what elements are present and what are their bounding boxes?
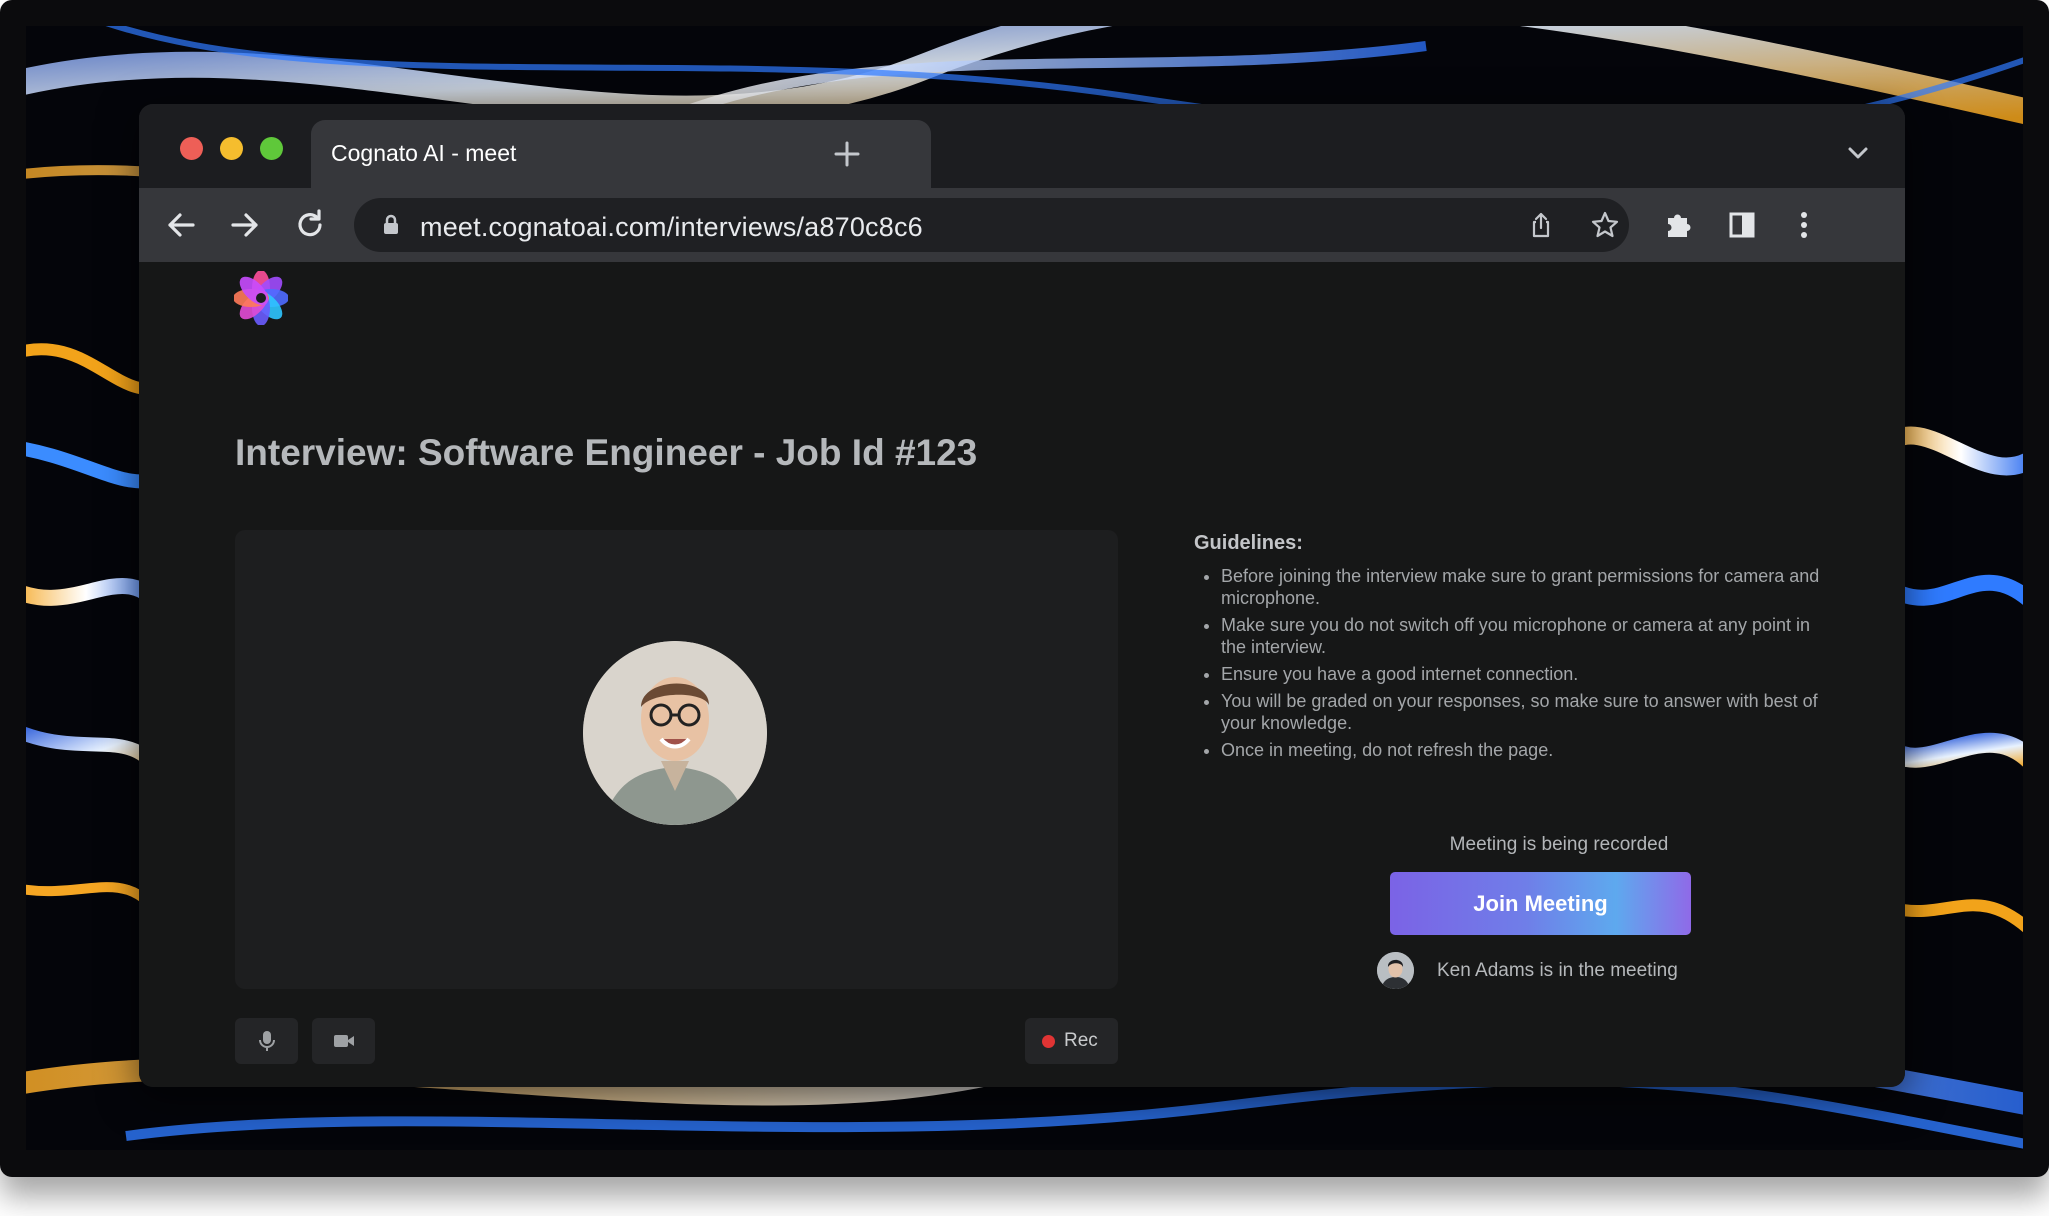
side-panel-button[interactable] [1722,205,1762,245]
join-meeting-button[interactable]: Join Meeting [1390,872,1691,935]
guideline-item: Before joining the interview make sure t… [1221,565,1834,609]
browser-toolbar: meet.cognatoai.com/interviews/a870c8c6 [139,188,1905,262]
minimize-window-button[interactable] [220,137,243,160]
puzzle-icon [1668,214,1691,237]
extensions-button[interactable] [1658,205,1698,245]
user-avatar [583,641,767,825]
reload-icon [298,209,322,237]
guideline-item: Once in meeting, do not refresh the page… [1221,739,1834,761]
cognato-logo-icon[interactable] [233,270,289,326]
guideline-item: Ensure you have a good internet connecti… [1221,663,1834,685]
arrow-right-icon [231,213,258,237]
guideline-item: Make sure you do not switch off you micr… [1221,614,1834,658]
monitor-frame: Cognato AI - meet meet.cognatoai.com/int… [0,0,2049,1177]
guidelines-title: Guidelines: [1194,532,1303,554]
browser-window: Cognato AI - meet meet.cognatoai.com/int… [139,104,1905,1087]
record-button[interactable]: Rec [1025,1018,1118,1064]
url-text: meet.cognatoai.com/interviews/a870c8c6 [420,212,923,242]
arrow-left-icon [168,213,195,237]
browser-menu-button[interactable] [1784,205,1824,245]
guideline-item: You will be graded on your responses, so… [1221,690,1834,734]
guidelines-panel: Guidelines: Before joining the interview… [1194,532,1834,766]
address-bar[interactable]: meet.cognatoai.com/interviews/a870c8c6 [354,198,1629,252]
side-panel-icon [1729,212,1755,238]
back-button[interactable] [161,205,201,245]
tab-bar: Cognato AI - meet [139,104,1905,188]
plus-icon [834,141,860,167]
camera-toggle-button[interactable] [312,1018,375,1064]
tab-search-button[interactable] [1843,138,1873,168]
close-window-button[interactable] [180,137,203,160]
recording-notice: Meeting is being recorded [1449,834,1669,855]
guidelines-list: Before joining the interview make sure t… [1194,565,1834,761]
new-tab-button[interactable] [827,134,867,174]
mic-toggle-button[interactable] [235,1018,298,1064]
lock-icon[interactable] [376,210,406,240]
microphone-icon [258,1031,275,1051]
reload-button[interactable] [290,205,330,245]
star-icon[interactable] [1590,210,1620,240]
page-title: Interview: Software Engineer - Job Id #1… [235,432,978,473]
kebab-menu-icon [1801,212,1807,238]
video-camera-icon [333,1035,354,1047]
rec-label: Rec [1064,1030,1098,1051]
maximize-window-button[interactable] [260,137,283,160]
participant-avatar [1377,952,1414,989]
forward-button[interactable] [225,205,265,245]
participant-status-text: Ken Adams is in the meeting [1437,960,1678,981]
video-preview [235,530,1118,989]
chevron-down-icon [1848,147,1868,159]
meeting-page: Interview: Software Engineer - Job Id #1… [139,262,1905,1087]
recording-dot-icon [1042,1035,1055,1048]
share-icon[interactable] [1526,210,1556,240]
tab-title: Cognato AI - meet [331,140,517,166]
